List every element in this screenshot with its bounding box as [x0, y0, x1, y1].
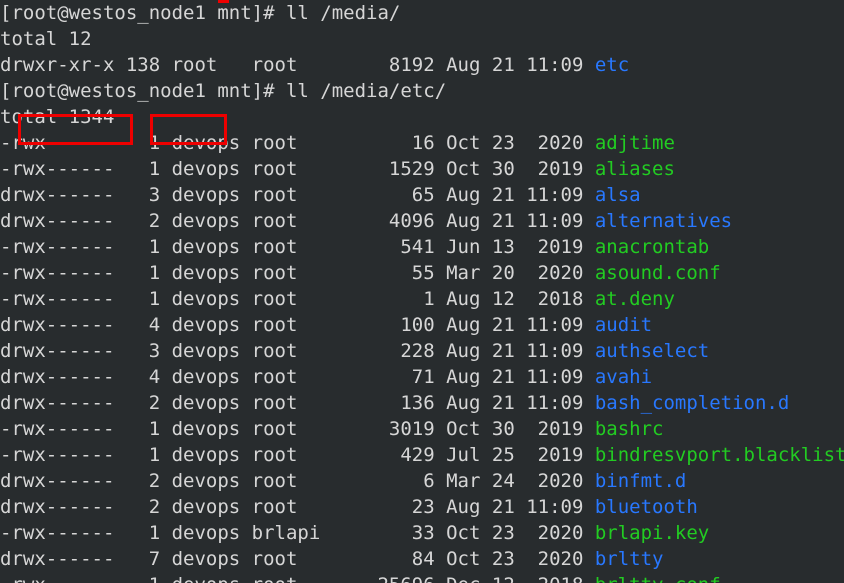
file-name: bluetooth [594, 496, 698, 518]
file-listing-row: -rwx------ 1 devops brlapi 33 Oct 23 202… [0, 520, 844, 546]
shell-command: ll /media/ [274, 2, 401, 24]
terminal-prompt-line: [root@westos_node1 mnt]# ll /media/ [0, 0, 844, 26]
file-listing-row: -rwx------ 1 devops root 16 Oct 23 2020 … [0, 130, 844, 156]
listing-total-line: total 12 [0, 26, 844, 52]
file-metadata: drwx------ 2 devops root 4096 Aug 21 11:… [0, 210, 595, 232]
file-name: audit [594, 314, 653, 336]
file-name: avahi [594, 366, 653, 388]
file-listing-row: -rwx------ 1 devops root 541 Jun 13 2019… [0, 234, 844, 260]
listing-total-line: total 1344 [0, 104, 844, 130]
file-metadata: drwxr-xr-x 138 root root 8192 Aug 21 11:… [0, 54, 595, 76]
file-listing-row: -rwx------ 1 devops root 25696 Dec 12 20… [0, 572, 844, 583]
file-metadata: drwx------ 7 devops root 84 Oct 23 2020 [0, 548, 595, 570]
shell-prompt: [root@westos_node1 mnt]# [0, 80, 275, 102]
file-metadata: -rwx------ 1 devops root 25696 Dec 12 20… [0, 574, 595, 583]
file-listing-row: drwx------ 7 devops root 84 Oct 23 2020 … [0, 546, 844, 572]
file-listing-row: drwx------ 2 devops root 4096 Aug 21 11:… [0, 208, 844, 234]
file-listing-row: -rwx------ 1 devops root 1 Aug 12 2018 a… [0, 286, 844, 312]
file-name: brltty.conf [595, 574, 721, 583]
listing-total-text: total 12 [0, 28, 92, 50]
file-name: authselect [594, 340, 710, 362]
file-metadata: -rwx------ 1 devops root 55 Mar 20 2020 [0, 262, 595, 284]
file-metadata: drwx------ 4 devops root 71 Aug 21 11:09 [0, 366, 595, 388]
file-name: adjtime [594, 132, 675, 154]
file-metadata: -rwx------ 1 devops root 429 Jul 25 2019 [0, 444, 595, 466]
file-name: anacrontab [594, 236, 710, 258]
file-name: bashrc [594, 418, 664, 440]
file-metadata: drwx------ 3 devops root 228 Aug 21 11:0… [0, 340, 595, 362]
file-listing-row: drwx------ 4 devops root 100 Aug 21 11:0… [0, 312, 844, 338]
terminal-screen: [root@westos_node1 mnt]# ll /media/total… [0, 0, 844, 583]
file-listing-row: -rwx------ 1 devops root 55 Mar 20 2020 … [0, 260, 844, 286]
file-listing-row: drwx------ 3 devops root 228 Aug 21 11:0… [0, 338, 844, 364]
file-metadata: -rwx------ 1 devops root 541 Jun 13 2019 [0, 236, 595, 258]
file-metadata: -rwx------ 1 devops root 1 Aug 12 2018 [0, 288, 595, 310]
file-name: aliases [594, 158, 675, 180]
shell-prompt: [root@westos_node1 mnt]# [0, 2, 275, 24]
file-name: asound.conf [594, 262, 721, 284]
file-metadata: -rwx------ 1 devops root 3019 Oct 30 201… [0, 418, 595, 440]
file-metadata: -rwx------ 1 devops root 16 Oct 23 2020 [0, 132, 595, 154]
file-metadata: drwx------ 4 devops root 100 Aug 21 11:0… [0, 314, 595, 336]
file-listing-row: drwx------ 2 devops root 136 Aug 21 11:0… [0, 390, 844, 416]
file-name: alsa [594, 184, 641, 206]
file-listing-row: drwx------ 4 devops root 71 Aug 21 11:09… [0, 364, 844, 390]
file-metadata: drwx------ 2 devops root 23 Aug 21 11:09 [0, 496, 595, 518]
file-listing-row: drwxr-xr-x 138 root root 8192 Aug 21 11:… [0, 52, 844, 78]
file-name: bash_completion.d [594, 392, 790, 414]
file-listing-row: drwx------ 2 devops root 23 Aug 21 11:09… [0, 494, 844, 520]
terminal-window[interactable]: [root@westos_node1 mnt]# ll /media/total… [0, 0, 844, 583]
file-listing-row: drwx------ 3 devops root 65 Aug 21 11:09… [0, 182, 844, 208]
file-name: brltty [594, 548, 664, 570]
file-metadata: drwx------ 2 devops root 6 Mar 24 2020 [0, 470, 595, 492]
file-listing-row: -rwx------ 1 devops root 3019 Oct 30 201… [0, 416, 844, 442]
file-listing-row: -rwx------ 1 devops root 429 Jul 25 2019… [0, 442, 844, 468]
file-metadata: -rwx------ 1 devops brlapi 33 Oct 23 202… [0, 522, 595, 544]
file-metadata: drwx------ 2 devops root 136 Aug 21 11:0… [0, 392, 595, 414]
shell-command: ll /media/etc/ [274, 80, 447, 102]
file-metadata: drwx------ 3 devops root 65 Aug 21 11:09 [0, 184, 595, 206]
file-name: etc [594, 54, 630, 76]
terminal-prompt-line: [root@westos_node1 mnt]# ll /media/etc/ [0, 78, 844, 104]
listing-total-text: total 1344 [0, 106, 115, 128]
file-metadata: -rwx------ 1 devops root 1529 Oct 30 201… [0, 158, 595, 180]
file-name: brlapi.key [594, 522, 710, 544]
file-name: binfmt.d [594, 470, 687, 492]
file-name: at.deny [594, 288, 675, 310]
file-name: alternatives [594, 210, 733, 232]
file-listing-row: -rwx------ 1 devops root 1529 Oct 30 201… [0, 156, 844, 182]
file-listing-row: drwx------ 2 devops root 6 Mar 24 2020 b… [0, 468, 844, 494]
file-name: bindresvport.blacklist [594, 444, 844, 466]
